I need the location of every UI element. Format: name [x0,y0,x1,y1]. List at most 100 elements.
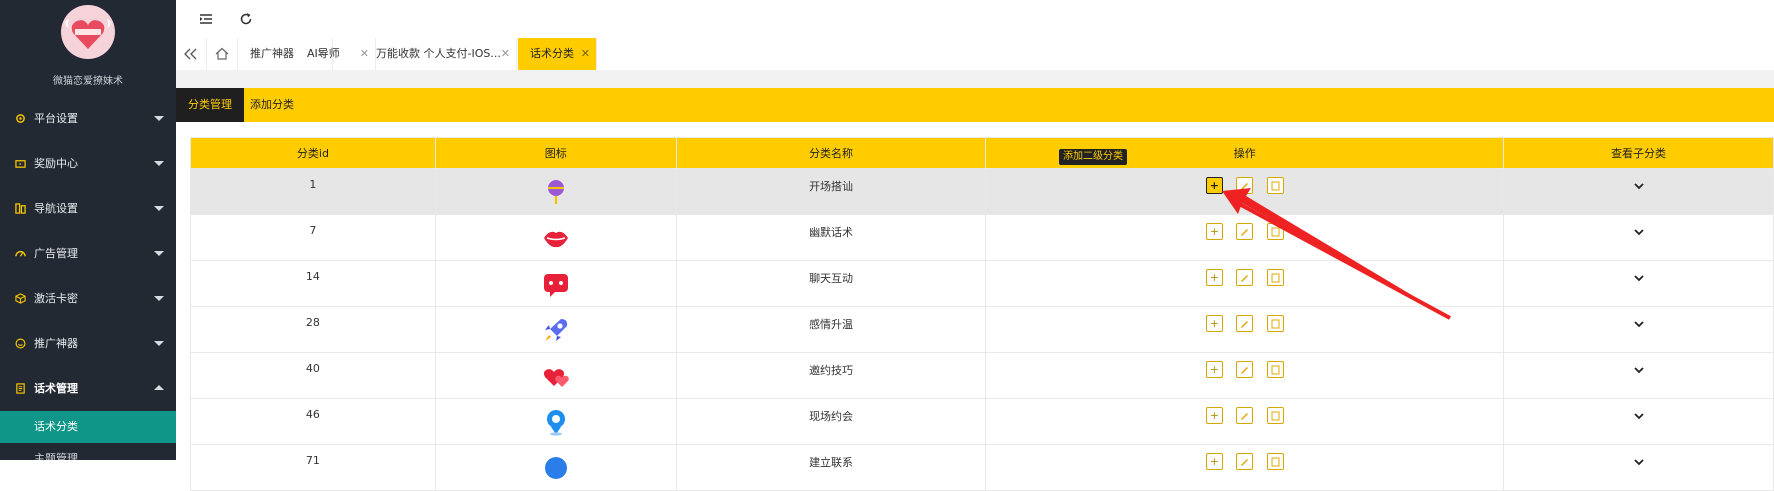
row-actions: + [1201,361,1289,378]
sidebar-item-reward-center[interactable]: 奖励中心 [0,141,176,186]
sidebar-item-script-management[interactable]: 话术管理 [0,366,176,411]
tab-home[interactable] [207,38,238,70]
gift-icon [15,160,26,168]
plus-icon: + [1209,225,1219,238]
table-header-row: 分类id 图标 分类名称 操作 查看子分类 [190,137,1774,169]
sidebar-item-ads[interactable]: 广告管理 [0,231,176,276]
edit-button[interactable] [1236,269,1254,286]
delete-button[interactable] [1266,453,1284,470]
sidebar-item-label: 导航设置 [34,202,78,215]
table-row[interactable]: 46 现场约会 + [190,398,1774,445]
pencil-icon [1241,275,1249,282]
edit-button[interactable] [1236,361,1254,378]
category-id: 28 [305,316,320,329]
table-panel: 分类id 图标 分类名称 操作 查看子分类 1 开场搭讪 + 7 幽默话术 + … [176,122,1774,491]
row-actions: + [1201,315,1289,332]
sidebar-menu: 平台设置 奖励中心 导航设置 广告管理 激活卡密 推广神器 话术管理 话术分类 … [0,96,176,460]
category-name: 开场搭讪 [809,180,854,193]
subtab-category-management[interactable]: 分类管理 [176,88,244,122]
tab-script-categories[interactable]: 话术分类 ✕ [518,38,597,70]
chevron-down-icon [154,161,164,166]
double-chevron-left-icon [184,48,197,60]
table-row[interactable]: 7 幽默话术 + [190,214,1774,261]
sub-tab-bar: 分类管理 添加分类 [176,88,1774,122]
chat-bubble-icon [541,269,571,299]
chevron-down-icon[interactable] [1632,411,1646,421]
logo-image [61,5,115,59]
add-subcategory-button[interactable]: + [1205,315,1223,332]
chevron-down-icon[interactable] [1632,319,1646,329]
delete-button[interactable] [1266,177,1284,194]
edit-button[interactable] [1236,315,1254,332]
ball-icon [541,453,571,483]
col-header-name: 分类名称 [675,137,987,169]
category-name: 现场约会 [809,410,854,423]
add-subcategory-button[interactable]: + [1205,407,1223,424]
delete-button[interactable] [1266,223,1284,240]
trash-icon [1271,319,1280,329]
chevron-down-icon[interactable] [1632,181,1646,191]
row-actions: + [1201,453,1289,470]
sidebar-item-nav-settings[interactable]: 导航设置 [0,186,176,231]
tabs-scroll-left-button[interactable] [176,38,207,70]
close-icon[interactable]: ✕ [581,38,590,70]
add-subcategory-button[interactable]: + [1205,177,1223,194]
plus-icon: + [1209,179,1219,192]
delete-button[interactable] [1266,269,1284,286]
add-subcategory-button[interactable]: + [1205,269,1223,286]
top-bar [176,0,1774,39]
add-subcategory-button[interactable]: + [1205,223,1223,240]
table-row[interactable]: 1 开场搭讪 + [190,168,1774,215]
sidebar-item-label: 话术管理 [34,382,78,395]
edit-button[interactable] [1236,453,1254,470]
sidebar-item-platform-settings[interactable]: 平台设置 [0,96,176,141]
edit-button[interactable] [1236,407,1254,424]
add-subcategory-button[interactable]: + [1205,361,1223,378]
delete-button[interactable] [1266,407,1284,424]
table-row[interactable]: 14 聊天互动 + [190,260,1774,307]
col-header-icon: 图标 [434,137,677,169]
plus-icon: + [1209,363,1219,376]
chevron-down-icon[interactable] [1632,365,1646,375]
table-row[interactable]: 71 建立联系 + [190,444,1774,491]
tab-payment[interactable]: 万能收款 个人支付-IOS... ✕ [364,38,517,70]
menu-collapse-icon[interactable] [198,11,214,27]
refresh-icon[interactable] [238,11,254,27]
category-id: 14 [305,270,320,283]
sidebar-subitem-theme-management[interactable]: 主题管理 [0,443,176,460]
lips-icon [541,223,571,253]
table-row[interactable]: 40 邀约技巧 + [190,352,1774,399]
gauge-icon [15,251,26,257]
pencil-icon [1241,321,1249,328]
trash-icon [1271,181,1280,191]
chevron-down-icon [154,251,164,256]
chevron-down-icon[interactable] [1632,273,1646,283]
add-subcategory-button[interactable]: + [1205,453,1223,470]
edit-button[interactable] [1236,177,1254,194]
category-id: 71 [305,454,320,467]
delete-button[interactable] [1266,315,1284,332]
table-row[interactable]: 28 感情升温 + [190,306,1774,353]
chevron-down-icon [154,341,164,346]
close-icon[interactable]: ✕ [501,38,510,70]
chevron-down-icon[interactable] [1632,227,1646,237]
lollipop-icon [541,177,571,207]
row-actions: + [1201,177,1289,194]
col-header-subcategories: 查看子分类 [1503,137,1774,169]
delete-button[interactable] [1266,361,1284,378]
chevron-down-icon[interactable] [1632,457,1646,467]
sidebar: 微猫恋爱撩妹术 平台设置 奖励中心 导航设置 广告管理 激活卡密 推广神器 话术… [0,0,176,460]
sidebar-subitem-script-categories[interactable]: 话术分类 [0,411,176,443]
trash-icon [1271,273,1280,283]
sidebar-item-activation-cards[interactable]: 激活卡密 [0,276,176,321]
plus-icon: + [1209,271,1219,284]
row-actions: + [1201,407,1289,424]
trash-icon [1271,227,1280,237]
smile-icon [15,338,26,349]
edit-button[interactable] [1236,223,1254,240]
sidebar-item-promotion[interactable]: 推广神器 [0,321,176,366]
plus-icon: + [1209,409,1219,422]
subtab-add-category[interactable]: 添加分类 [238,88,306,122]
nav-icon [15,203,26,214]
hearts-icon [541,361,571,391]
